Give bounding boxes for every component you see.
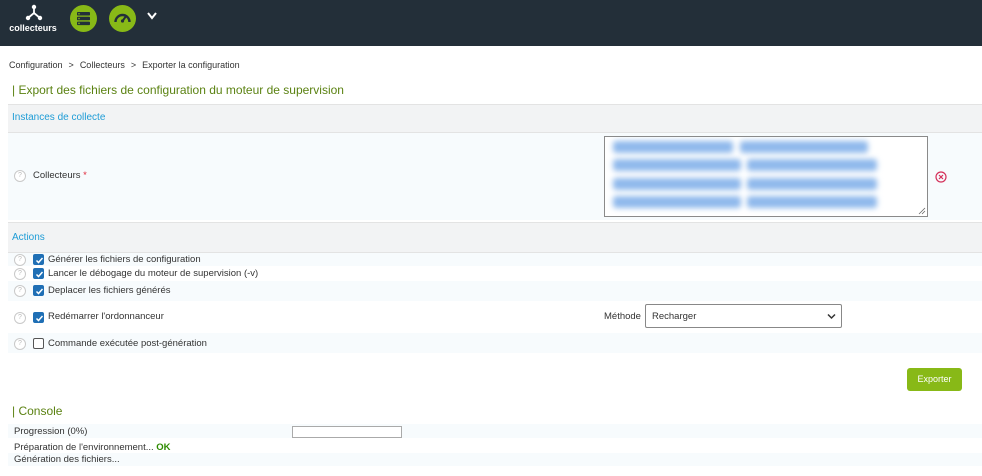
top-navigation-bar: collecteurs <box>0 0 982 46</box>
breadcrumb-collectors[interactable]: Collecteurs <box>80 60 125 70</box>
breadcrumb: Configuration > Collecteurs > Exporter la co… <box>9 60 240 70</box>
checkmark-icon <box>35 257 44 264</box>
selected-collector-item[interactable] <box>613 178 741 190</box>
selected-collector-item[interactable] <box>613 141 733 153</box>
breadcrumb-separator: > <box>130 60 137 70</box>
collectors-label-text: Collecteurs <box>33 170 81 181</box>
selected-collector-item[interactable] <box>747 178 877 190</box>
collectors-multiselect[interactable] <box>604 136 928 217</box>
actions-header-label: Actions <box>12 232 45 243</box>
post-generation-command-label: Commande exécutée post-génération <box>48 338 207 349</box>
console-step-generation: Génération des fichiers... <box>14 454 120 465</box>
speedometer-icon <box>114 13 131 23</box>
checkmark-icon <box>35 315 44 322</box>
chevron-down-icon <box>827 313 836 320</box>
debug-engine-checkbox[interactable] <box>33 268 44 279</box>
dashboard-button[interactable] <box>109 5 136 32</box>
post-generation-command-checkbox[interactable] <box>33 338 44 349</box>
selected-collector-item[interactable] <box>747 159 877 171</box>
export-button[interactable]: Exporter <box>907 368 962 391</box>
page-title: | Export des fichiers de configuration d… <box>12 83 344 97</box>
collectors-field-label: Collecteurs * <box>33 170 87 181</box>
breadcrumb-separator: > <box>68 60 74 70</box>
selected-collector-item[interactable] <box>613 196 741 208</box>
server-list-button[interactable] <box>70 5 97 32</box>
console-row <box>8 453 982 466</box>
clear-selection-icon[interactable] <box>935 171 947 183</box>
resize-handle-icon[interactable] <box>918 207 926 215</box>
help-icon[interactable]: ? <box>14 254 26 266</box>
method-select-value: Recharger <box>652 311 697 322</box>
method-select[interactable]: Recharger <box>645 304 842 328</box>
actions-section-header: Actions <box>8 222 982 253</box>
step-preparation-status: OK <box>156 442 171 453</box>
progress-label: Progression (0%) <box>14 426 88 437</box>
required-mark: * <box>83 170 87 181</box>
debug-engine-label: Lancer le débogage du moteur de supervis… <box>48 268 259 279</box>
selected-collector-item[interactable] <box>740 141 868 153</box>
console-row <box>8 424 982 438</box>
checkmark-icon <box>35 271 44 278</box>
help-icon[interactable]: ? <box>14 285 26 297</box>
breadcrumb-configuration[interactable]: Configuration <box>9 60 63 70</box>
collectors-label[interactable]: collecteurs <box>8 23 58 33</box>
checkmark-icon <box>35 288 44 295</box>
step-preparation-text: Préparation de l'environnement... <box>14 442 154 453</box>
move-files-checkbox[interactable] <box>33 285 44 296</box>
move-files-label: Deplacer les fichiers générés <box>48 285 171 296</box>
method-label: Méthode <box>604 311 641 322</box>
help-icon[interactable]: ? <box>14 170 26 182</box>
help-icon[interactable]: ? <box>14 338 26 350</box>
breadcrumb-export[interactable]: Exporter la configuration <box>142 60 240 70</box>
selected-collector-item[interactable] <box>747 196 877 208</box>
help-icon[interactable]: ? <box>14 268 26 280</box>
server-list-icon <box>77 12 90 26</box>
instances-header-label: Instances de collecte <box>12 112 106 123</box>
console-step-preparation: Préparation de l'environnement... OK <box>14 442 171 453</box>
selected-collector-item[interactable] <box>613 159 741 171</box>
progress-bar <box>292 426 402 438</box>
restart-scheduler-checkbox[interactable] <box>33 312 44 323</box>
help-icon[interactable]: ? <box>14 312 26 324</box>
instances-section-header: Instances de collecte <box>8 104 982 133</box>
generate-files-checkbox[interactable] <box>33 254 44 265</box>
generate-files-label: Générer les fichiers de configuration <box>48 254 201 265</box>
restart-scheduler-label: Redémarrer l'ordonnanceur <box>48 311 164 322</box>
collectors-icon[interactable] <box>24 2 44 22</box>
console-title: | Console <box>12 404 63 418</box>
chevron-down-icon[interactable] <box>146 11 158 21</box>
